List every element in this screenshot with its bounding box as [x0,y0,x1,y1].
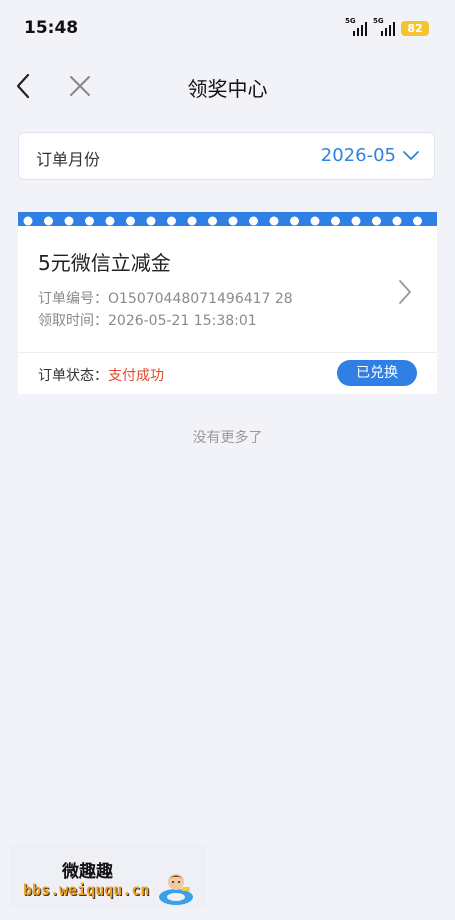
scallop-dot [413,216,422,226]
no-more-text: 没有更多了 [192,430,263,446]
order-number-label: 订单编号： [38,291,108,307]
chevron-right-icon[interactable] [397,278,413,306]
scallop-dot [351,216,361,226]
scallop-dot [310,216,320,226]
signal-icon-2: 5G [373,17,395,36]
month-label: 订单月份 [36,150,101,169]
card-scallop-edge [23,216,422,226]
scallop-dot [372,216,381,226]
order-title: 5元微信立减金 [38,251,171,275]
month-value: 2026-05 [320,145,396,166]
status-icons: 5G 5G 82 [345,17,429,36]
page-title: 领奖中心 [187,77,268,101]
status-bar: 15:48 5G 5G 82 [0,0,455,58]
nav-bar: 领奖中心 [0,58,455,114]
scallop-dot [146,216,156,226]
order-status-label: 订单状态： [38,368,108,384]
scallop-dot [105,216,115,226]
order-number-line: 订单编号：O15070448071496417 28 [38,288,293,308]
scallop-dot [331,216,340,226]
scallop-dot [187,216,197,226]
battery-icon: 82 [401,21,429,36]
signal-icon-1: 5G [345,17,367,36]
scallop-dot [290,216,299,226]
claim-time-line: 领取时间：2026-05-21 15:38:01 [38,310,257,330]
claim-time-label: 领取时间： [38,313,108,329]
scallop-dot [208,216,217,226]
scallop-dot [44,216,53,226]
scallop-dot [269,216,279,226]
chevron-down-icon [403,151,419,160]
order-number-value: O15070448071496417 28 [108,291,293,307]
scallop-dot [64,216,74,226]
watermark-url: bbs.weiququ.cn [23,881,150,899]
order-status-line: 订单状态：支付成功 [38,365,164,385]
mascot-icon [159,874,193,905]
claim-time-value: 2026-05-21 15:38:01 [108,313,257,329]
scallop-dot [85,216,94,226]
scallop-dot [23,216,33,226]
order-card[interactable]: 5元微信立减金 订单编号：O15070448071496417 28 领取时间：… [18,212,437,394]
status-time: 15:48 [24,18,79,38]
month-selector[interactable]: 订单月份 2026-05 [18,132,435,180]
scallop-dot [392,216,402,226]
scallop-dot [126,216,135,226]
order-status-value: 支付成功 [108,368,164,384]
redeemed-button[interactable]: 已兑换 [337,360,417,386]
scallop-dot [167,216,176,226]
scallop-dot [249,216,258,226]
card-divider [18,352,437,353]
watermark-logo: 微趣趣 bbs.weiququ.cn [10,843,206,909]
scallop-dot [228,216,238,226]
watermark-brand: 微趣趣 [62,862,113,882]
